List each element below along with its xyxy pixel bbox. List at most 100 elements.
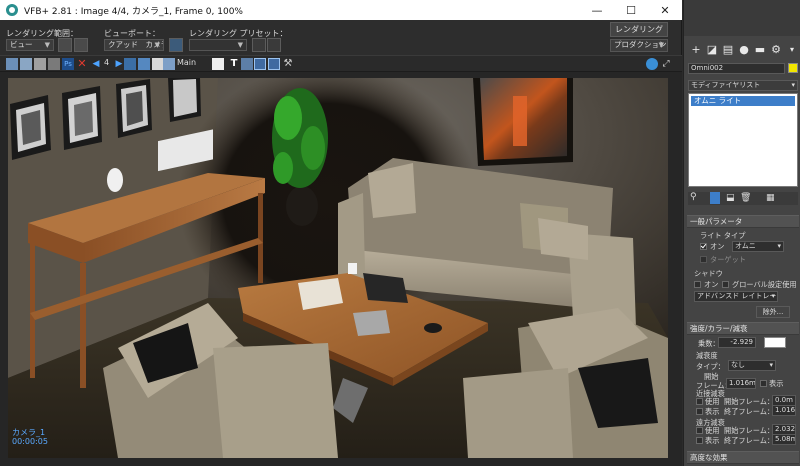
utilities-tab-icon[interactable]: ⚙ — [770, 44, 782, 56]
show-end-result-icon[interactable] — [710, 192, 720, 204]
target-checkbox[interactable] — [700, 256, 707, 263]
layers-icon[interactable] — [254, 58, 266, 70]
panel-top-strip — [684, 0, 800, 36]
clear-icon[interactable]: ✕ — [76, 58, 88, 70]
chevron-down-icon: ▼ — [44, 41, 50, 49]
pen-icon[interactable] — [212, 58, 224, 70]
remove-modifier-icon[interactable]: 🗑 — [740, 193, 751, 203]
modifier-list-dropdown[interactable]: モディファイヤリスト ▾ — [688, 80, 798, 91]
minimize-button[interactable]: — — [580, 0, 614, 20]
region-select-icon[interactable] — [74, 38, 88, 52]
render-preset-dropdown[interactable]: ▼ — [189, 39, 247, 51]
light-type-label: ライト タイプ — [700, 231, 746, 240]
light-type-dropdown[interactable]: オムニ ▾ — [732, 241, 784, 252]
decay-label: 減衰度 — [696, 351, 718, 360]
save-all-icon[interactable] — [20, 58, 32, 70]
shadow-label: シャドウ — [694, 269, 723, 278]
abstract-painting — [473, 78, 573, 166]
near-show-checkbox[interactable] — [696, 408, 703, 415]
light-type-value: オムニ — [735, 242, 756, 250]
light-on-checkbox[interactable] — [700, 243, 707, 250]
decay-show-checkbox[interactable] — [760, 380, 767, 387]
near-start-label: 開始フレーム： — [724, 397, 775, 406]
create-tab-icon[interactable]: + — [690, 44, 702, 56]
hierarchy-tab-icon[interactable]: ▤ — [722, 44, 734, 56]
configure-sets-icon[interactable]: ▦ — [766, 193, 775, 203]
eye-icon[interactable] — [646, 58, 658, 70]
near-show-label: 表示 — [705, 407, 720, 416]
rgb-channel-icon[interactable] — [163, 58, 175, 70]
decay-type-dropdown[interactable]: なし ▾ — [728, 360, 776, 371]
chevron-down-icon: ▼ — [237, 41, 243, 49]
prev-frame-icon[interactable]: ◀ — [90, 58, 102, 70]
object-color-swatch[interactable] — [788, 63, 798, 73]
global-settings-label: グローバル設定使用 — [732, 280, 797, 289]
far-use-label: 使用 — [705, 426, 720, 435]
light-color-swatch[interactable] — [764, 337, 786, 348]
copy-icon[interactable] — [34, 58, 46, 70]
stack-controls: ⚲ ⬓ 🗑 ▦ — [688, 192, 798, 205]
chevron-down-icon: ▾ — [769, 361, 773, 369]
display-tab-icon[interactable]: ▬ — [754, 44, 766, 56]
far-show-checkbox[interactable] — [696, 437, 703, 444]
modifier-list-label: モディファイヤリスト — [691, 81, 761, 89]
expand-icon[interactable]: ⤢ — [660, 58, 672, 70]
far-show-label: 表示 — [705, 436, 720, 445]
chevron-down-icon: ▾ — [771, 292, 775, 300]
close-button[interactable]: ✕ — [648, 0, 682, 20]
render-area-value: ビュー — [10, 40, 33, 49]
vfb-toolbar: Ps ✕ ◀ 4 ▶ Main T ⚒ ⤢ — [0, 55, 682, 72]
lock-icon[interactable] — [58, 38, 72, 52]
pin-stack-icon[interactable]: ⚲ — [690, 192, 697, 202]
viewport-dropdown[interactable]: クアッド カメラ_1▼ — [104, 39, 164, 51]
advanced-effects-rollout[interactable]: 高度な効果 — [687, 451, 799, 464]
environment-icon[interactable] — [267, 38, 281, 52]
object-name-field[interactable]: Omni002 — [688, 63, 785, 74]
settings-tool-icon[interactable]: ⚒ — [282, 58, 294, 70]
rendered-image[interactable] — [8, 78, 668, 458]
unique-icon[interactable]: ⬓ — [726, 193, 735, 203]
exclude-button[interactable]: 除外... — [756, 306, 790, 318]
text-icon[interactable]: T — [228, 58, 240, 70]
render-area-dropdown[interactable]: ビュー ▼ — [6, 39, 54, 51]
motion-tab-icon[interactable]: ● — [738, 44, 750, 56]
viewport-lock-icon[interactable] — [169, 38, 183, 52]
more-tab-icon[interactable]: ▾ — [786, 44, 798, 56]
load-icon[interactable] — [48, 58, 60, 70]
camera-overlay: カメラ_1 00:00:05 — [12, 428, 48, 446]
shadow-on-checkbox[interactable] — [694, 281, 701, 288]
multiplier-spinner[interactable]: -2.929 — [718, 337, 756, 348]
near-end-label: 終了フレーム： — [724, 407, 775, 416]
modifier-stack[interactable]: オムニ ライト — [688, 93, 798, 187]
modify-tab-icon[interactable]: ◪ — [706, 44, 718, 56]
production-dropdown[interactable]: プロダクション ▼ — [610, 39, 668, 52]
far-end-spinner[interactable]: 5.08m — [772, 434, 796, 445]
shadow-type-dropdown[interactable]: アドバンスド レイトレース ▾ — [694, 291, 778, 302]
history-icon[interactable] — [138, 58, 150, 70]
near-use-checkbox[interactable] — [696, 398, 703, 405]
lens-effects-icon[interactable] — [268, 58, 280, 70]
near-end-spinner[interactable]: 1.016 — [772, 405, 796, 416]
render-area — [0, 72, 682, 466]
general-params-title: 一般パラメータ — [690, 217, 743, 226]
render-button[interactable]: レンダリング — [610, 22, 668, 37]
global-settings-checkbox[interactable] — [722, 281, 729, 288]
save-icon[interactable] — [6, 58, 18, 70]
preset-save-icon[interactable] — [252, 38, 266, 52]
frame-number: 4 — [104, 58, 110, 67]
time-code: 00:00:05 — [12, 437, 48, 446]
compare-icon[interactable] — [124, 58, 136, 70]
intensity-rollout[interactable]: 強度/カラー/減衰 — [687, 322, 799, 335]
stack-item-omni-light[interactable]: オムニ ライト — [691, 96, 795, 106]
far-use-checkbox[interactable] — [696, 427, 703, 434]
stamp-icon[interactable] — [241, 58, 253, 70]
maximize-button[interactable]: ☐ — [614, 0, 648, 20]
target-label: ターゲット — [710, 255, 746, 264]
decay-show-label: 表示 — [769, 379, 784, 388]
decay-start-spinner[interactable]: 1.016m — [726, 378, 756, 389]
near-use-label: 使用 — [705, 397, 720, 406]
photoshop-icon[interactable]: Ps — [62, 58, 74, 70]
general-params-rollout[interactable]: 一般パラメータ — [687, 215, 799, 228]
intensity-title: 強度/カラー/減衰 — [690, 324, 748, 333]
title-bar: VFB+ 2.81 : Image 4/4, カメラ_1, Frame 0, 1… — [0, 0, 682, 20]
